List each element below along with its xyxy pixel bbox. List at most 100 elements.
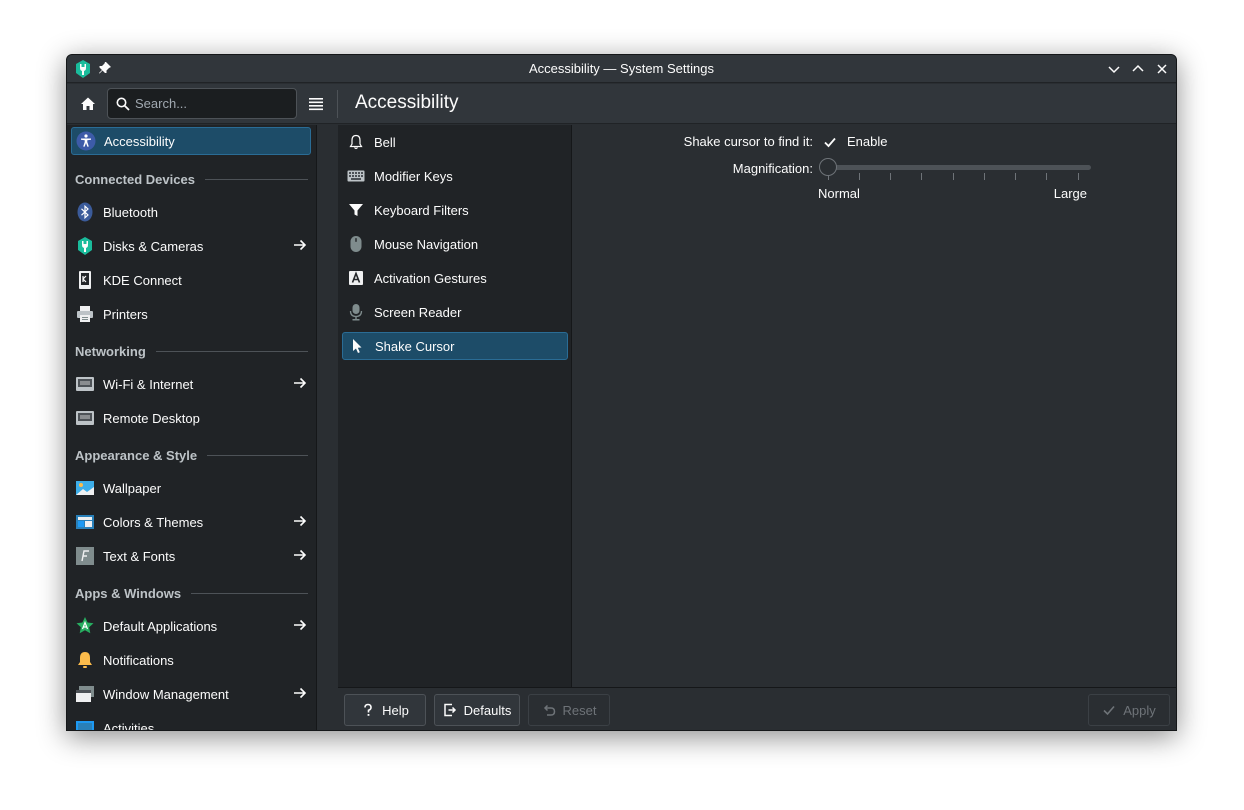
toolbar-separator bbox=[337, 90, 338, 118]
help-icon bbox=[361, 703, 375, 717]
slider-tick bbox=[890, 173, 891, 180]
shake-cursor-settings: Shake cursor to find it: Enable Magnific… bbox=[573, 125, 1176, 687]
bell-icon bbox=[347, 133, 365, 151]
subpanel-item-modifier-keys[interactable]: Modifier Keys bbox=[342, 162, 568, 190]
sidebar-item-label: Accessibility bbox=[104, 133, 175, 149]
window-title: Accessibility — System Settings bbox=[529, 61, 714, 76]
slider-tick bbox=[1078, 173, 1079, 180]
wallpaper-icon bbox=[75, 478, 95, 498]
enable-checkbox[interactable] bbox=[821, 133, 839, 151]
slider-tick bbox=[921, 173, 922, 180]
reset-label: Reset bbox=[562, 702, 597, 718]
defaults-icon bbox=[443, 703, 457, 717]
bluetooth-icon bbox=[75, 202, 95, 222]
arrow-right-icon bbox=[294, 549, 307, 561]
arrow-right-icon bbox=[294, 377, 307, 389]
help-label: Help bbox=[382, 702, 409, 718]
checkmark-icon bbox=[1102, 703, 1116, 717]
slider-max-label: Large bbox=[1053, 186, 1087, 201]
network-icon bbox=[75, 374, 95, 394]
sidebar-item-remote-desktop[interactable]: Remote Desktop bbox=[71, 404, 311, 432]
disks-icon bbox=[75, 236, 95, 256]
slider-tick bbox=[859, 173, 860, 180]
arrow-right-icon bbox=[294, 619, 307, 631]
minimize-button[interactable] bbox=[1106, 61, 1122, 77]
arrow-right-icon bbox=[294, 687, 307, 699]
apply-label: Apply bbox=[1123, 702, 1156, 718]
help-button[interactable]: Help bbox=[344, 694, 426, 726]
hamburger-menu-button[interactable] bbox=[305, 93, 327, 115]
apply-button[interactable]: Apply bbox=[1088, 694, 1170, 726]
sidebar-item-window-management[interactable]: Window Management bbox=[71, 680, 311, 708]
filter-icon bbox=[347, 201, 365, 219]
fonts-icon bbox=[75, 546, 95, 566]
cursor-icon bbox=[348, 337, 366, 355]
subpanel-item-shake-cursor[interactable]: Shake Cursor bbox=[342, 332, 568, 360]
maximize-button[interactable] bbox=[1130, 61, 1146, 77]
sidebar-item-bluetooth[interactable]: Bluetooth bbox=[71, 198, 311, 226]
reset-button[interactable]: Reset bbox=[528, 694, 610, 726]
sidebar-item-notifications[interactable]: Notifications bbox=[71, 646, 311, 674]
slider-tick bbox=[1015, 173, 1016, 180]
section-header-networking: Networking bbox=[75, 341, 308, 361]
printer-icon bbox=[75, 304, 95, 324]
slider-tick bbox=[984, 173, 985, 180]
subpanel-item-activation-gestures[interactable]: Activation Gestures bbox=[342, 264, 568, 292]
magnification-slider-track[interactable] bbox=[823, 165, 1091, 170]
arrow-right-icon bbox=[294, 239, 307, 251]
footer-button-bar: Help Defaults Reset Apply bbox=[338, 687, 1176, 730]
magnification-label: Magnification: bbox=[732, 161, 813, 176]
sidebar-item-default-applications[interactable]: Default Applications bbox=[71, 612, 311, 640]
sidebar-item-wallpaper[interactable]: Wallpaper bbox=[71, 474, 311, 502]
hamburger-menu-icon bbox=[309, 98, 323, 111]
slider-min-label: Normal bbox=[818, 186, 860, 201]
default-apps-icon bbox=[75, 616, 95, 636]
subpanel-item-mouse-navigation[interactable]: Mouse Navigation bbox=[342, 230, 568, 258]
section-header-connected-devices: Connected Devices bbox=[75, 169, 308, 189]
subpanel-item-bell[interactable]: Bell bbox=[342, 128, 568, 156]
toolbar: Accessibility bbox=[67, 84, 1176, 124]
kde-connect-icon bbox=[75, 270, 95, 290]
system-settings-window: Accessibility — System Settings Search..… bbox=[66, 54, 1177, 731]
checkmark-icon bbox=[824, 137, 836, 148]
slider-tick bbox=[1046, 173, 1047, 180]
home-button[interactable] bbox=[77, 93, 99, 115]
enable-label: Enable bbox=[847, 134, 888, 149]
section-header-apps-windows: Apps & Windows bbox=[75, 583, 308, 603]
sidebar-item-printers[interactable]: Printers bbox=[71, 300, 311, 328]
title-bar: Accessibility — System Settings bbox=[67, 55, 1176, 83]
sidebar-item-disks-cameras[interactable]: Disks & Cameras bbox=[71, 232, 311, 260]
window-management-icon bbox=[75, 684, 95, 704]
accessibility-subpanel: Bell Modifier Keys Keyboard Filters Mous… bbox=[338, 125, 572, 687]
defaults-label: Defaults bbox=[463, 702, 512, 718]
colors-icon bbox=[75, 512, 95, 532]
sidebar: Accessibility Connected Devices Bluetoot… bbox=[67, 125, 317, 730]
microphone-icon bbox=[347, 303, 365, 321]
gesture-icon bbox=[347, 269, 365, 287]
subpanel-item-keyboard-filters[interactable]: Keyboard Filters bbox=[342, 196, 568, 224]
bell-yellow-icon bbox=[75, 650, 95, 670]
undo-icon bbox=[542, 703, 556, 717]
section-header-appearance-style: Appearance & Style bbox=[75, 445, 308, 465]
close-button[interactable] bbox=[1154, 61, 1170, 77]
defaults-button[interactable]: Defaults bbox=[434, 694, 520, 726]
home-icon bbox=[81, 97, 95, 110]
accessibility-icon bbox=[76, 131, 96, 151]
activities-icon bbox=[75, 718, 95, 730]
search-input[interactable] bbox=[135, 89, 290, 118]
sidebar-item-accessibility[interactable]: Accessibility bbox=[71, 127, 311, 155]
search-icon bbox=[116, 97, 130, 111]
shake-cursor-label: Shake cursor to find it: bbox=[683, 134, 813, 149]
remote-desktop-icon bbox=[75, 408, 95, 428]
sidebar-item-activities[interactable]: Activities bbox=[71, 714, 311, 730]
panel-divider bbox=[317, 125, 338, 730]
subpanel-item-screen-reader[interactable]: Screen Reader bbox=[342, 298, 568, 326]
sidebar-item-text-fonts[interactable]: Text & Fonts bbox=[71, 542, 311, 570]
page-title: Accessibility bbox=[355, 92, 459, 113]
sidebar-item-wifi-internet[interactable]: Wi-Fi & Internet bbox=[71, 370, 311, 398]
search-field[interactable] bbox=[107, 88, 297, 119]
sidebar-item-kde-connect[interactable]: KDE Connect bbox=[71, 266, 311, 294]
keyboard-icon bbox=[347, 167, 365, 185]
sidebar-item-colors-themes[interactable]: Colors & Themes bbox=[71, 508, 311, 536]
magnification-slider-handle[interactable] bbox=[819, 158, 837, 176]
